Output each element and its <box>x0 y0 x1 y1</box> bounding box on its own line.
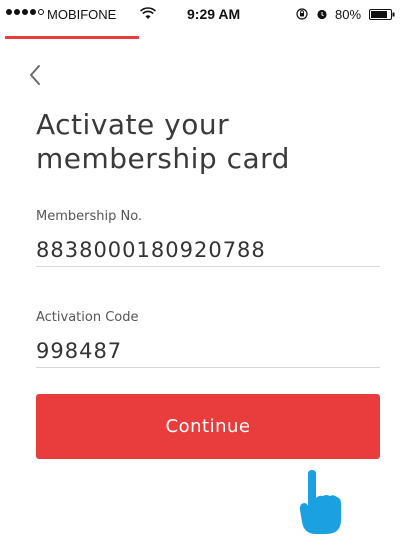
battery-icon <box>369 9 395 20</box>
step-progress-fill <box>5 36 139 39</box>
status-time: 9:29 AM <box>187 6 241 22</box>
orientation-lock-icon <box>296 8 308 20</box>
alarm-icon <box>317 9 327 20</box>
carrier-name: MOBIFONE <box>47 7 117 22</box>
continue-button[interactable]: Continue <box>36 394 380 459</box>
chevron-left-icon <box>30 65 40 85</box>
page-title-line-2: membership card <box>36 142 290 175</box>
activation-code-input[interactable] <box>36 334 380 368</box>
battery-percent: 80% <box>335 7 362 22</box>
membership-number-label: Membership No. <box>36 209 143 224</box>
back-button[interactable] <box>24 60 48 90</box>
page-title: Activate your membership card <box>36 108 376 176</box>
signal-dots-icon <box>6 9 44 15</box>
step-progress-bar <box>0 36 406 39</box>
wifi-icon <box>140 7 156 19</box>
membership-number-input[interactable] <box>36 233 380 267</box>
page-title-line-1: Activate your <box>36 108 230 141</box>
pointing-hand-icon <box>299 470 341 534</box>
status-bar: MOBIFONE 9:29 AM 80% <box>0 0 406 30</box>
activation-code-label: Activation Code <box>36 310 139 325</box>
